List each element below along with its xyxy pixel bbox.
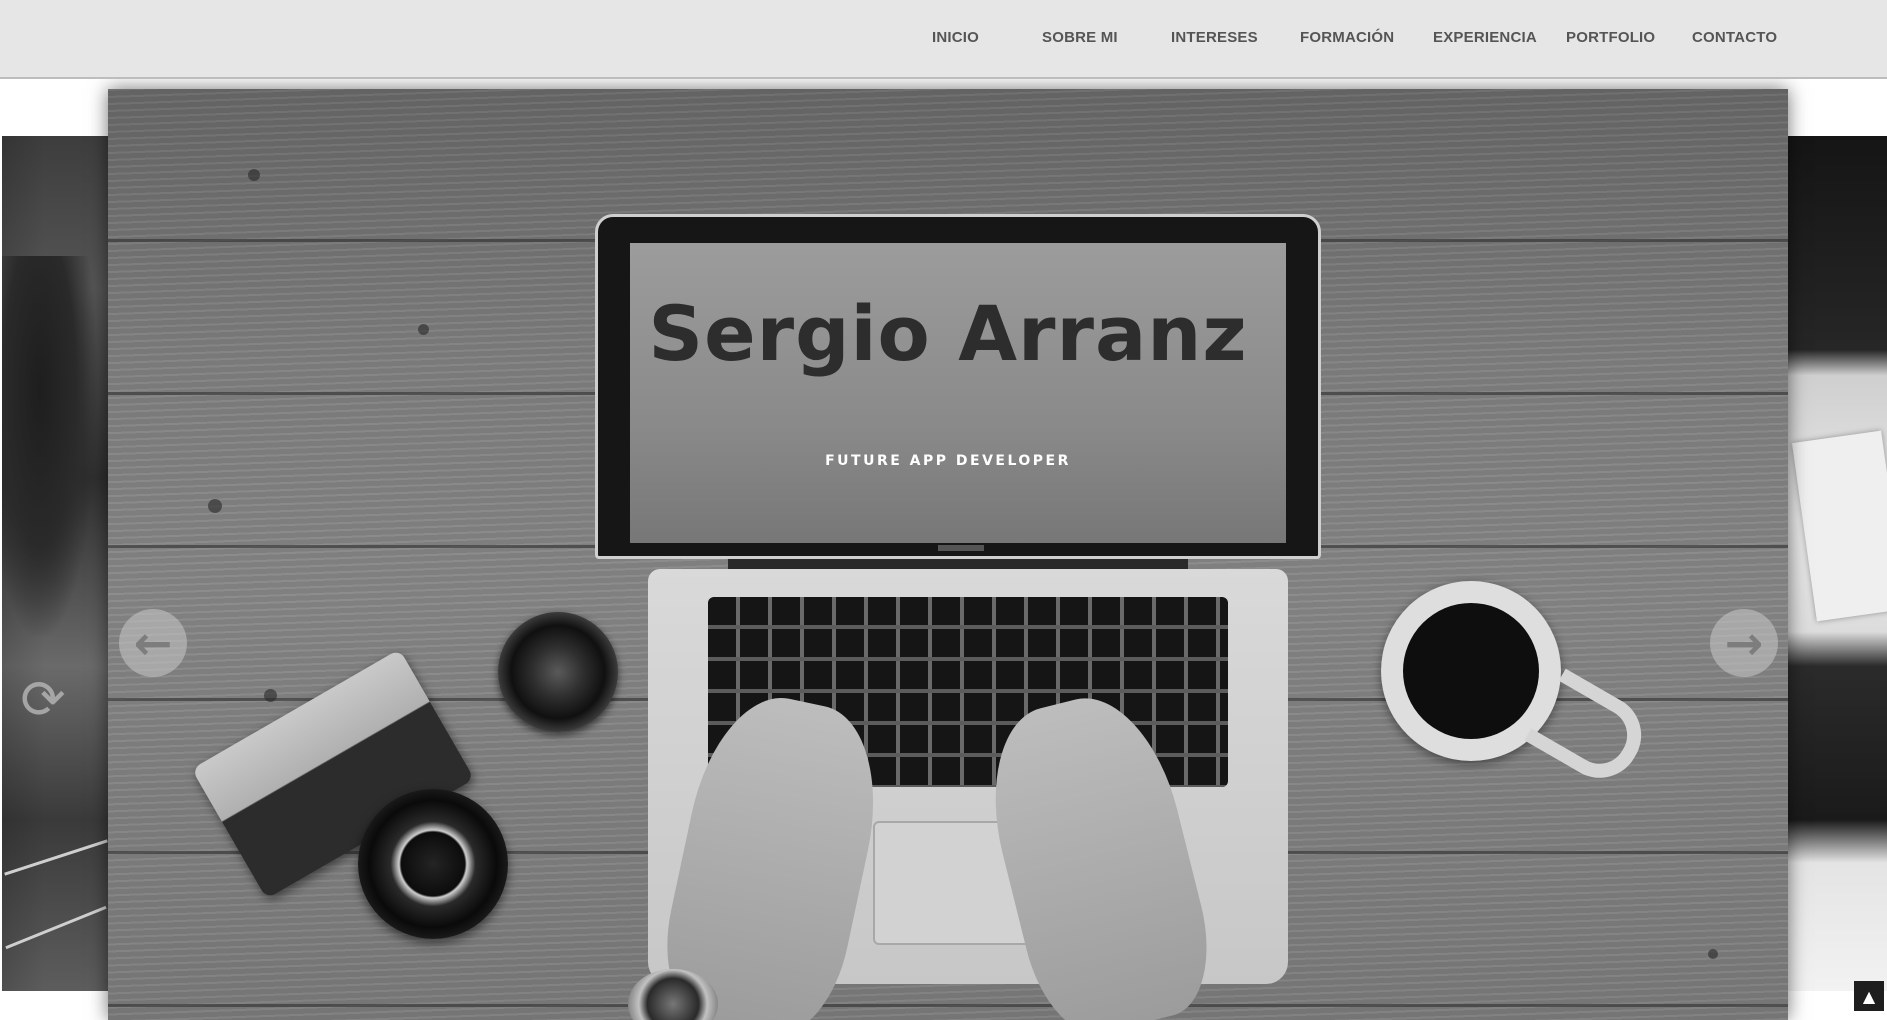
carousel-slide-next[interactable]	[1786, 136, 1887, 991]
hero-subtitle: FUTURE APP DEVELOPER	[825, 453, 1071, 469]
nav-item-experiencia[interactable]: EXPERIENCIA	[1433, 29, 1537, 46]
refresh-arrows-icon: ⟳	[20, 667, 66, 731]
nav-item-intereses[interactable]: INTERESES	[1171, 29, 1258, 46]
laptop-screen-image	[595, 214, 1321, 559]
chevron-up-icon: ▲	[1862, 986, 1876, 1006]
hero-carousel: ⟳ Sergio Arranz FUTURE APP DEVELOPER ← →	[0, 79, 1887, 1020]
top-navbar: INICIO SOBRE MI INTERESES FORMACIÓN EXPE…	[0, 0, 1887, 79]
hero-title: Sergio Arranz	[648, 289, 1248, 378]
tree-image	[2, 256, 97, 636]
carousel-next-button[interactable]: →	[1710, 609, 1778, 677]
arrow-right-icon: →	[1724, 616, 1764, 670]
camera-lens-image	[498, 612, 618, 732]
camera-lens-front-image	[358, 789, 508, 939]
nav-item-portfolio[interactable]: PORTFOLIO	[1566, 29, 1655, 46]
nav-item-sobre-mi[interactable]: SOBRE MI	[1042, 29, 1118, 46]
nav-item-contacto[interactable]: CONTACTO	[1692, 29, 1777, 46]
paper-image	[1791, 430, 1887, 622]
carousel-prev-button[interactable]: ←	[119, 609, 187, 677]
arrow-left-icon: ←	[133, 616, 173, 670]
back-to-top-button[interactable]: ▲	[1854, 981, 1884, 1011]
carousel-slide-active: Sergio Arranz FUTURE APP DEVELOPER	[108, 89, 1788, 1020]
carousel-slide-previous[interactable]: ⟳	[2, 136, 110, 991]
nav-item-formacion[interactable]: FORMACIÓN	[1300, 29, 1394, 46]
nav-item-inicio[interactable]: INICIO	[932, 29, 979, 46]
